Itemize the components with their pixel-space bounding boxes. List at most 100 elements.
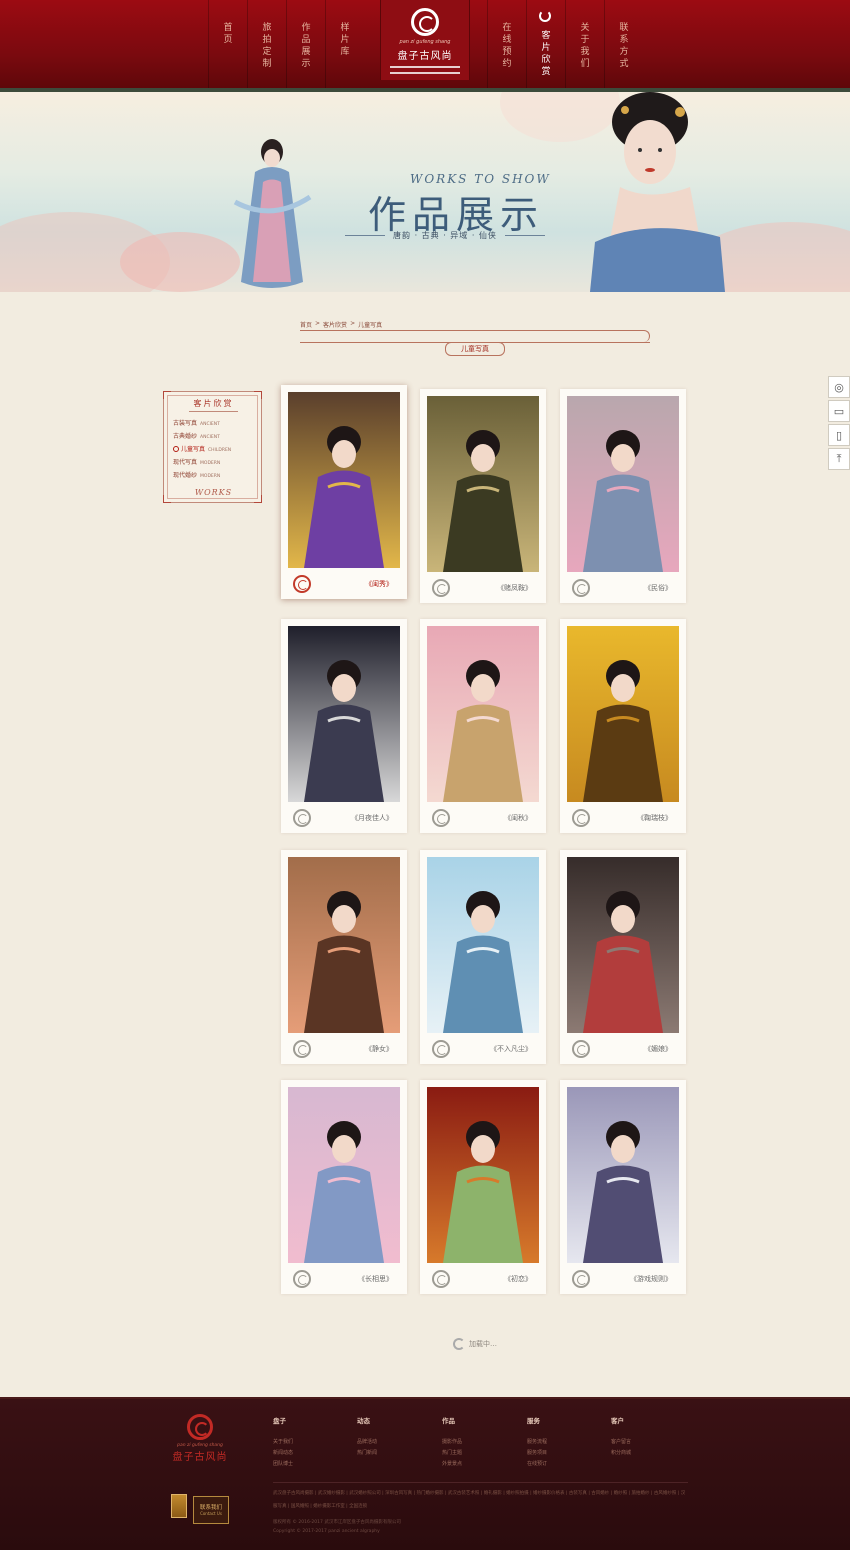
gallery-photo[interactable] — [567, 626, 679, 802]
nav-item-booking[interactable]: 在线预约 — [487, 0, 525, 88]
sidebar-item-classic-wedding[interactable]: 古典婚纱 ANCIENT — [173, 431, 220, 440]
footer-link[interactable]: 积分商城 — [611, 1448, 681, 1459]
nav-item-client-gallery[interactable]: 客片欣赏 — [526, 0, 564, 88]
gallery-photo[interactable] — [288, 392, 400, 568]
nav-item-about[interactable]: 关于我们 — [565, 0, 603, 88]
nav-item-works[interactable]: 作品展示 — [286, 0, 324, 88]
gallery-card[interactable]: 《月夜佳人》 — [281, 619, 407, 833]
gallery-photo[interactable] — [567, 857, 679, 1033]
footer-link[interactable]: 团队博士 — [273, 1459, 343, 1470]
wechat-icon[interactable]: ◎ — [828, 376, 850, 398]
gallery-card-title: 《媚娘》 — [644, 1045, 672, 1053]
gallery-card[interactable]: 《闺秋》 — [420, 619, 546, 833]
sidebar-item-modern-portrait[interactable]: 现代写真 MODERN — [173, 457, 220, 466]
gallery-card[interactable]: 《民俗》 — [560, 389, 686, 603]
banner-fish — [120, 232, 240, 292]
brand-seal-icon — [572, 1270, 590, 1288]
gallery-photo[interactable] — [427, 1087, 539, 1263]
gallery-card[interactable]: 《初恋》 — [420, 1080, 546, 1294]
gallery-card[interactable]: 《媚娘》 — [560, 850, 686, 1064]
footer-link[interactable]: 在线预订 — [527, 1459, 597, 1470]
footer-column-title: 盘子 — [273, 1417, 286, 1425]
footer-logo[interactable]: pan zi gufeng shang 盘子古风尚 — [170, 1414, 230, 1463]
footer-link[interactable]: 新闻动态 — [273, 1448, 343, 1459]
gallery-card-title: 《闺秀》 — [365, 580, 393, 588]
gallery-photo[interactable] — [567, 396, 679, 572]
site-header: 首页 旅拍定制 作品展示 样片库 pan zi gufeng shang 盘子古… — [0, 0, 850, 92]
brand-seal-icon — [293, 1270, 311, 1288]
footer-link[interactable]: 品牌活动 — [357, 1437, 427, 1448]
footer-link[interactable]: 热门新闻 — [357, 1448, 427, 1459]
nav-label: 关于我们 — [578, 22, 589, 70]
nav-label: 在线预约 — [500, 22, 511, 70]
gallery-card-title: 《静女》 — [365, 1045, 393, 1053]
brand-seal-icon — [432, 579, 450, 597]
footer-column-title: 动态 — [357, 1417, 370, 1425]
nav-label: 客片欣赏 — [539, 30, 550, 78]
footer-link[interactable]: 客户留言 — [611, 1437, 681, 1448]
gallery-card[interactable]: 《游戏规则》 — [560, 1080, 686, 1294]
footer-link[interactable]: 关于我们 — [273, 1437, 343, 1448]
gallery-photo[interactable] — [288, 626, 400, 802]
brand-seal-icon — [293, 1040, 311, 1058]
active-dot-icon — [173, 446, 179, 452]
gallery-card-title: 《闺秋》 — [504, 814, 532, 822]
footer-logo-icon — [187, 1414, 213, 1440]
category-sidebar: 客片欣赏 古装写真 ANCIENT 古典婚纱 ANCIENT 儿童写真 CHILDRE… — [163, 391, 262, 503]
nav-item-contact[interactable]: 联系方式 — [604, 0, 642, 88]
nav-label: 旅拍定制 — [260, 22, 271, 70]
logo-pattern — [390, 66, 460, 74]
breadcrumb-separator: > — [315, 320, 321, 327]
site-logo[interactable]: pan zi gufeng shang 盘子古风尚 — [380, 0, 470, 80]
gallery-photo[interactable] — [427, 396, 539, 572]
footer-link[interactable]: 外景景点 — [442, 1459, 512, 1470]
breadcrumb-home[interactable]: 首页 — [300, 320, 312, 329]
gallery-card-title: 《长相思》 — [358, 1275, 393, 1283]
copyright: 版权所有 © 2016-2017 武汉市江岸区盘子古风尚摄影有限公司 Copyr… — [273, 1518, 401, 1536]
logo-text: 盘子古风尚 — [397, 51, 453, 62]
message-icon[interactable]: ▭ — [828, 400, 850, 422]
category-divider — [300, 330, 650, 342]
sidebar-item-modern-wedding[interactable]: 现代婚纱 MODERN — [173, 470, 220, 479]
breadcrumb-client-gallery[interactable]: 客片欣赏 — [323, 320, 347, 329]
sidebar-item-ancient-portrait[interactable]: 古装写真 ANCIENT — [173, 418, 220, 427]
nav-item-travel-custom[interactable]: 旅拍定制 — [247, 0, 285, 88]
gallery-photo[interactable] — [288, 857, 400, 1033]
back-to-top-icon[interactable]: ⤒ — [828, 448, 850, 470]
nav-label: 样片库 — [338, 22, 349, 58]
gallery-photo[interactable] — [288, 1087, 400, 1263]
gallery-photo[interactable] — [567, 1087, 679, 1263]
banner-figure-right — [590, 92, 725, 292]
footer-logo-text: 盘子古风尚 — [172, 1452, 228, 1463]
sidebar-item-children[interactable]: 儿童写真 CHILDREN — [173, 444, 231, 453]
brand-seal-icon — [293, 809, 311, 827]
nav-item-home[interactable]: 首页 — [208, 0, 246, 88]
phone-icon[interactable]: ▯ — [828, 424, 850, 446]
footer-link[interactable]: 服务流程 — [527, 1437, 597, 1448]
load-more[interactable]: 加载中… — [453, 1338, 497, 1350]
gallery-card[interactable]: 《赌凤鞍》 — [420, 389, 546, 603]
footer-link[interactable]: 热门主题 — [442, 1448, 512, 1459]
gallery-photo[interactable] — [427, 626, 539, 802]
footer-column-title: 客户 — [611, 1417, 624, 1425]
brand-seal-icon — [432, 809, 450, 827]
gallery-card[interactable]: 《静女》 — [281, 850, 407, 1064]
footer-column: 客户 客户留言 积分商城 — [611, 1415, 681, 1459]
active-nav-icon — [539, 10, 551, 22]
gallery-card[interactable]: 《闺秀》 — [281, 385, 407, 599]
footer-link[interactable]: 服务项目 — [527, 1448, 597, 1459]
friend-links[interactable]: 武汉盘子古风尚摄影 | 武汉婚纱摄影 | 武汉婚纱照公司 | 深圳古风写真 | … — [273, 1482, 688, 1513]
breadcrumb-separator: > — [350, 320, 356, 327]
footer-link[interactable]: 摄影作品 — [442, 1437, 512, 1448]
gallery-card[interactable]: 《不入凡尘》 — [420, 850, 546, 1064]
contact-us-badge[interactable]: 联系我们 Contact Us — [163, 1494, 239, 1528]
nav-label: 首页 — [221, 22, 232, 46]
hero-banner: WORKS TO SHOW 作品展示 唐韵 · 古典 · 异域 · 仙侠 — [0, 92, 850, 292]
nav-item-samples[interactable]: 样片库 — [325, 0, 363, 88]
gallery-photo[interactable] — [427, 857, 539, 1033]
logo-mark-icon — [411, 8, 439, 36]
brand-seal-icon — [572, 809, 590, 827]
gallery-card[interactable]: 《鞠瑞枝》 — [560, 619, 686, 833]
gallery-card[interactable]: 《长相思》 — [281, 1080, 407, 1294]
load-more-label: 加载中… — [469, 1340, 497, 1348]
